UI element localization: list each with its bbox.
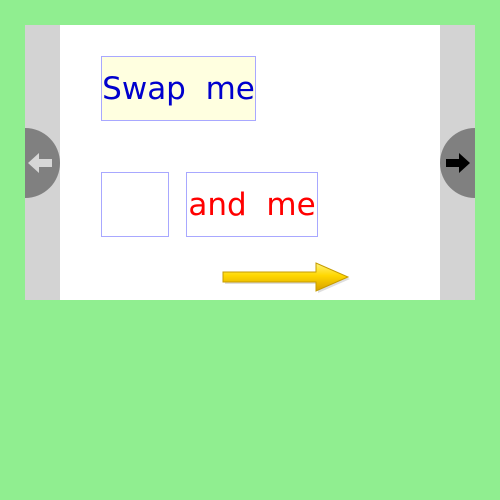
arrow-left-icon: [28, 153, 52, 173]
word-box-and-me[interactable]: and me: [186, 172, 318, 237]
work-area: Swap me and me: [60, 25, 440, 300]
previous-button[interactable]: [25, 128, 60, 198]
word-label-swap-me: Swap me: [102, 70, 255, 107]
next-button[interactable]: [440, 128, 475, 198]
yellow-arrow-right-icon: [222, 262, 350, 293]
empty-word-box[interactable]: [101, 172, 169, 237]
word-box-swap-me[interactable]: Swap me: [101, 56, 256, 121]
stage: Swap me and me: [25, 25, 475, 300]
arrow-right-icon: [446, 153, 470, 173]
word-label-and-me: and me: [188, 186, 316, 223]
